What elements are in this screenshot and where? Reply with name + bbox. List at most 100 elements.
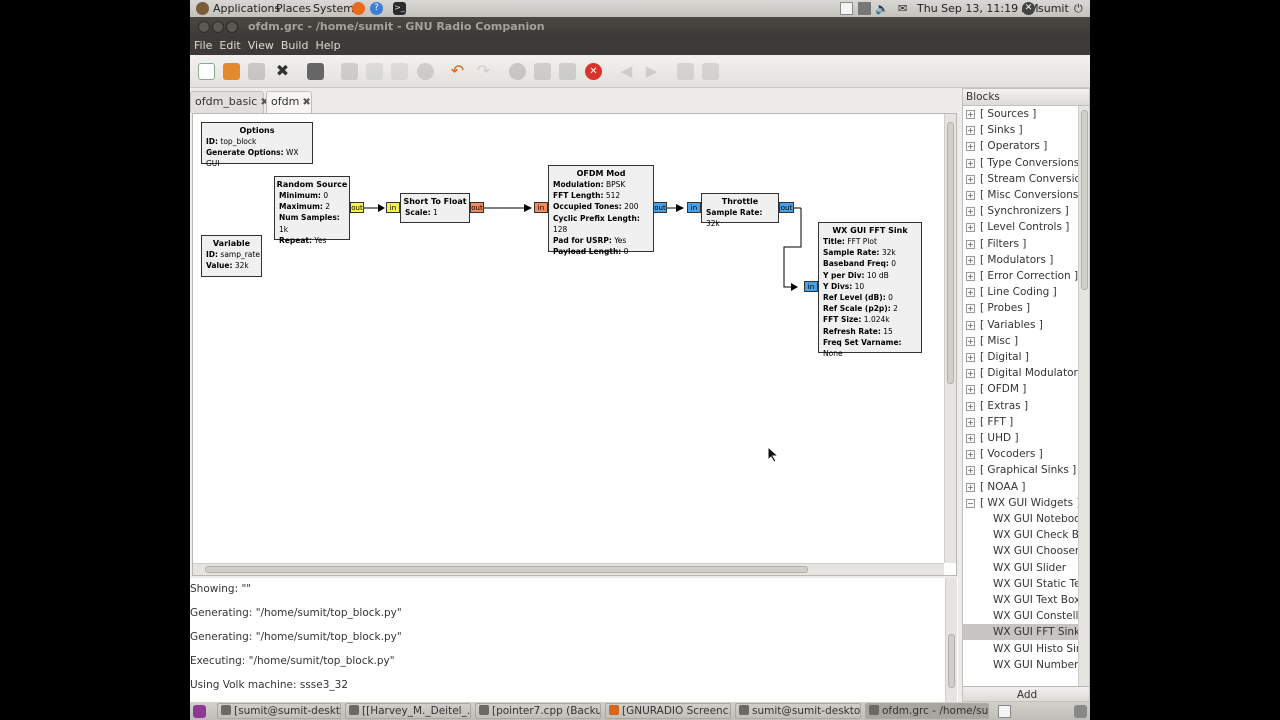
expander-icon[interactable]: + xyxy=(966,239,975,249)
blocks-category[interactable]: + [ Modulators ] xyxy=(963,252,1089,268)
menu-file[interactable]: File xyxy=(190,37,215,52)
rotate-right-icon[interactable]: ▶ xyxy=(643,63,660,80)
expander-icon[interactable]: + xyxy=(966,304,975,314)
options-block[interactable]: Options ID: top_block Generate Options: … xyxy=(201,122,313,168)
short-to-float-in-port[interactable]: in xyxy=(386,202,400,213)
ofdm-mod-out-port[interactable]: out xyxy=(653,202,667,213)
indicator-box-icon[interactable] xyxy=(840,2,853,15)
blocks-item[interactable]: WX GUI FFT Sink xyxy=(963,624,1089,641)
firefox-icon[interactable] xyxy=(352,2,365,15)
expander-icon[interactable]: + xyxy=(966,320,975,330)
expander-icon[interactable]: + xyxy=(966,126,975,136)
expander-icon[interactable]: + xyxy=(966,207,975,217)
expander-icon[interactable]: + xyxy=(966,272,975,281)
help-icon[interactable]: ? xyxy=(370,2,383,15)
expander-icon[interactable]: + xyxy=(966,174,975,184)
ofdm-mod-in-port[interactable]: in xyxy=(534,202,548,213)
task-editor[interactable]: [pointer7.cpp (Backu... xyxy=(475,703,601,719)
expander-icon[interactable]: + xyxy=(966,369,975,379)
blocks-category[interactable]: + [ Line Coding ] xyxy=(963,284,1089,300)
blocks-category[interactable]: + [ Sources ] xyxy=(963,106,1089,122)
paste-icon[interactable] xyxy=(391,63,408,80)
console-scrollbar[interactable] xyxy=(945,578,957,702)
network-icon[interactable] xyxy=(858,2,871,15)
flowgraph-canvas[interactable]: Options ID: top_block Generate Options: … xyxy=(193,114,944,563)
maximize-window-button[interactable] xyxy=(226,21,238,33)
find-block-icon[interactable] xyxy=(677,63,694,80)
scroll-thumb[interactable] xyxy=(1081,110,1088,290)
user-icon[interactable]: ✕ xyxy=(1022,2,1035,15)
menu-help[interactable]: Help xyxy=(311,37,343,52)
minimize-window-button[interactable] xyxy=(212,21,224,33)
expander-icon[interactable]: + xyxy=(966,255,975,265)
console-output[interactable]: Showing: "" Generating: "/home/sumit/top… xyxy=(190,578,958,702)
generate-icon[interactable] xyxy=(534,63,551,80)
cut-icon[interactable] xyxy=(341,63,358,80)
redo-icon[interactable]: ↷ xyxy=(475,63,492,80)
blocks-category[interactable]: + [ Level Controls ] xyxy=(963,219,1089,235)
close-icon[interactable]: ✖ xyxy=(274,63,291,80)
blocks-item[interactable]: WX GUI Check Box xyxy=(963,527,1089,543)
ofdm-mod-block[interactable]: OFDM Mod Modulation: BPSK FFT Length: 51… xyxy=(548,165,654,256)
expander-icon[interactable]: + xyxy=(966,191,975,200)
add-block-button[interactable]: Add xyxy=(963,686,1089,701)
blocks-category[interactable]: + [ Vocoders ] xyxy=(963,446,1089,462)
copy-icon[interactable] xyxy=(366,63,383,80)
blocks-item[interactable]: WX GUI Histo Sink xyxy=(963,641,1089,657)
close-window-button[interactable] xyxy=(198,21,210,33)
blocks-category[interactable]: + [ Synchronizers ] xyxy=(963,203,1089,219)
blocks-scrollbar[interactable] xyxy=(1078,106,1089,686)
scroll-thumb[interactable] xyxy=(205,566,808,573)
expander-icon[interactable]: + xyxy=(966,336,975,346)
canvas-vertical-scrollbar[interactable] xyxy=(944,114,956,563)
tab-ofdm[interactable]: ofdm ✖ xyxy=(266,91,312,113)
blocks-item[interactable]: WX GUI Text Box xyxy=(963,592,1089,608)
throttle-block[interactable]: Throttle Sample Rate: 32k xyxy=(701,193,779,228)
expander-icon[interactable]: + xyxy=(966,110,975,119)
tab-close-icon[interactable]: ✖ xyxy=(302,97,310,108)
blocks-category[interactable]: + [ Digital ] xyxy=(963,349,1089,365)
expander-icon[interactable]: + xyxy=(966,223,975,233)
blocks-item[interactable]: WX GUI Constellati xyxy=(963,608,1089,624)
undo-icon[interactable]: ↶ xyxy=(449,63,466,80)
show-desktop-icon[interactable] xyxy=(193,705,206,718)
blocks-category[interactable]: + [ FFT ] xyxy=(963,414,1089,430)
expander-icon[interactable]: + xyxy=(966,401,975,411)
task-terminal-2[interactable]: sumit@sumit-deskto... xyxy=(735,703,861,719)
variable-block[interactable]: Variable ID: samp_rate Value: 32k xyxy=(201,235,262,277)
clock[interactable]: Thu Sep 13, 11:19 AM xyxy=(917,1,1039,16)
kill-icon[interactable]: ✕ xyxy=(585,63,602,80)
user-name[interactable]: sumit xyxy=(1038,1,1069,16)
blocks-category[interactable]: + [ Type Conversions ] xyxy=(963,155,1089,171)
blocks-item[interactable]: WX GUI Slider xyxy=(963,560,1089,576)
canvas-horizontal-scrollbar[interactable] xyxy=(193,563,944,575)
power-icon[interactable]: ⏻ xyxy=(1074,1,1083,16)
expander-icon[interactable]: + xyxy=(966,466,975,476)
blocks-item[interactable]: WX GUI Number Si xyxy=(963,657,1089,673)
blocks-category[interactable]: + [ Misc Conversions ] xyxy=(963,187,1089,203)
blocks-category[interactable]: + [ Digital Modulators ] xyxy=(963,365,1089,381)
trash-icon[interactable] xyxy=(1074,705,1087,718)
blocks-category[interactable]: + [ Error Correction ] xyxy=(963,268,1089,284)
menu-system[interactable]: System xyxy=(313,1,354,16)
blocks-category[interactable]: + [ Filters ] xyxy=(963,236,1089,252)
terminal-icon[interactable]: >_ xyxy=(393,2,406,15)
expander-icon[interactable]: + xyxy=(966,482,975,492)
delete-icon[interactable] xyxy=(417,63,434,80)
blocks-category[interactable]: −[ WX GUI Widgets ] xyxy=(963,495,1089,511)
blocks-category[interactable]: + [ NOAA ] xyxy=(963,479,1089,495)
blocks-category[interactable]: + [ Variables ] xyxy=(963,317,1089,333)
throttle-out-port[interactable]: out xyxy=(779,202,794,213)
mail-icon[interactable]: ✉ xyxy=(898,1,907,16)
scroll-thumb[interactable] xyxy=(947,122,954,384)
expander-icon[interactable]: + xyxy=(966,288,975,298)
ubuntu-logo-icon[interactable] xyxy=(196,2,209,15)
expander-icon[interactable]: + xyxy=(966,158,975,168)
save-icon[interactable] xyxy=(248,63,265,80)
expander-icon[interactable]: + xyxy=(966,353,975,362)
execute-icon[interactable] xyxy=(559,63,576,80)
short-to-float-out-port[interactable]: out xyxy=(470,202,484,213)
print-icon[interactable] xyxy=(307,63,324,80)
blocks-item[interactable]: WX GUI Static Text xyxy=(963,576,1089,592)
new-icon[interactable] xyxy=(198,63,215,80)
